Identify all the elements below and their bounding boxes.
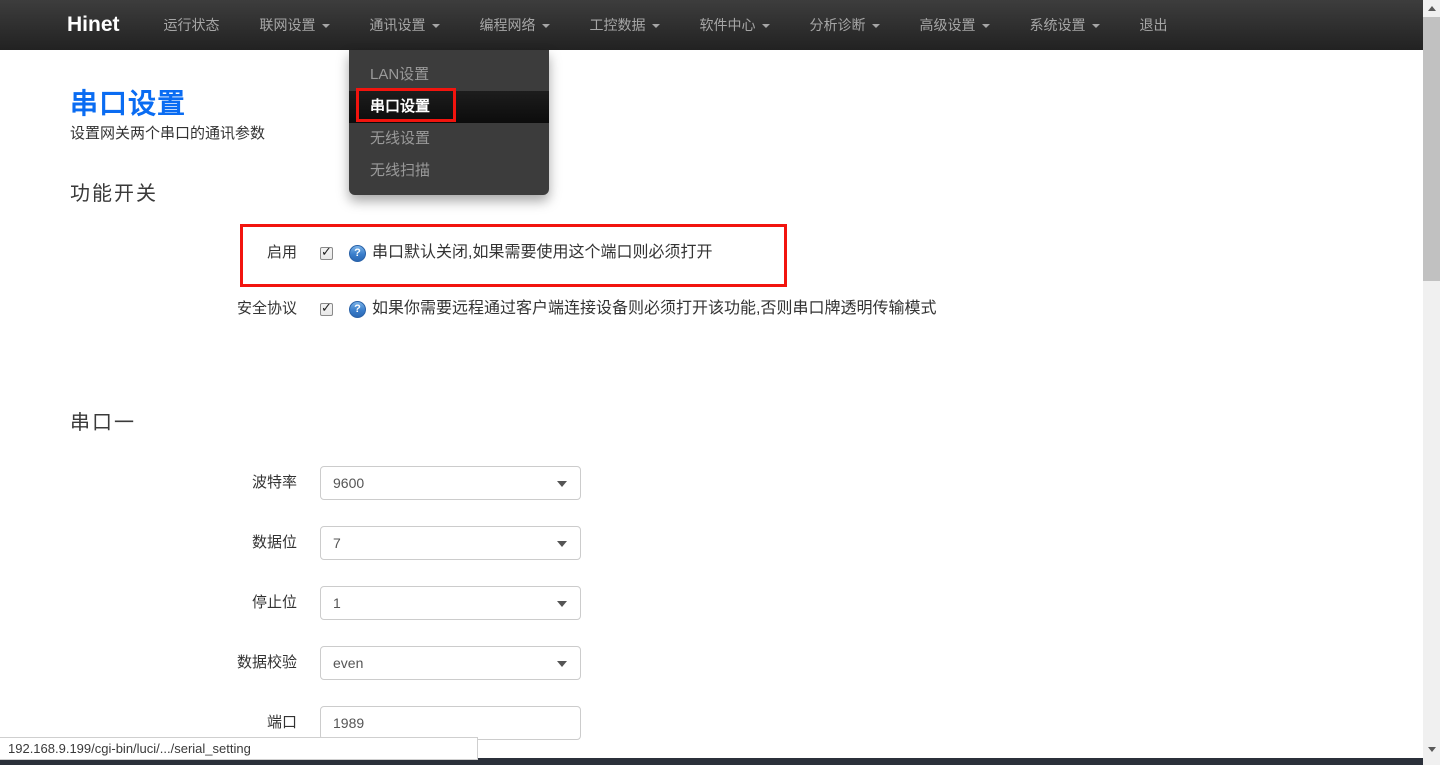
caret-down-icon <box>761 24 770 29</box>
parity-label: 数据校验 <box>236 654 297 671</box>
baud-rate-label: 波特率 <box>251 474 297 491</box>
nav-item-label: 系统设置 <box>1029 17 1086 33</box>
annotation-box-enable-row <box>240 224 787 287</box>
top-navbar: Hinet 运行状态 联网设置 通讯设置 编程网络 工控数据 软件中心 分析诊断… <box>0 0 1423 50</box>
select-value: 9600 <box>333 475 365 491</box>
comm-settings-dropdown: LAN设置 串口设置 无线设置 无线扫描 <box>349 50 549 195</box>
secure-protocol-checkbox[interactable]: ✓ <box>320 300 333 316</box>
status-url-bar: 192.168.9.199/cgi-bin/luci/.../serial_se… <box>0 737 478 760</box>
checkmark-icon: ✓ <box>321 300 332 315</box>
nav-menu: 运行状态 联网设置 通讯设置 编程网络 工控数据 软件中心 分析诊断 高级设置 … <box>144 0 1188 50</box>
data-bits-label: 数据位 <box>251 534 297 551</box>
nav-item-label: 分析诊断 <box>809 17 866 33</box>
section-heading-serial-one: 串口一 <box>70 412 136 434</box>
nav-item-programming-network[interactable]: 编程网络 <box>460 0 570 50</box>
nav-item-label: 软件中心 <box>699 17 756 33</box>
port-input[interactable] <box>320 706 581 740</box>
stop-bits-label: 停止位 <box>251 594 297 611</box>
scrollbar-thumb[interactable] <box>1423 17 1440 281</box>
caret-down-icon <box>541 24 550 29</box>
select-arrow-icon <box>557 541 567 547</box>
select-value: 7 <box>333 535 341 551</box>
parity-select[interactable]: even <box>320 646 581 680</box>
dropdown-item-lan-settings[interactable]: LAN设置 <box>349 59 549 91</box>
baud-rate-select[interactable]: 9600 <box>320 466 581 500</box>
page-subtitle: 设置网关两个串口的通讯参数 <box>70 125 266 142</box>
scroll-up-button[interactable] <box>1423 0 1440 17</box>
nav-item-network-settings[interactable]: 联网设置 <box>240 0 350 50</box>
data-bits-select[interactable]: 7 <box>320 526 581 560</box>
nav-item-status[interactable]: 运行状态 <box>144 0 240 50</box>
nav-item-comm-settings[interactable]: 通讯设置 <box>350 0 460 50</box>
select-arrow-icon <box>557 481 567 487</box>
nav-item-logout[interactable]: 退出 <box>1120 0 1188 50</box>
nav-item-label: 运行状态 <box>163 17 220 33</box>
nav-item-system-settings[interactable]: 系统设置 <box>1010 0 1120 50</box>
nav-item-label: 通讯设置 <box>369 17 426 33</box>
caret-down-icon <box>1091 24 1100 29</box>
caret-down-icon <box>871 24 880 29</box>
nav-item-advanced-settings[interactable]: 高级设置 <box>900 0 1010 50</box>
annotation-box-serial-menu <box>356 88 456 122</box>
port-label: 端口 <box>266 714 297 731</box>
nav-item-label: 工控数据 <box>589 17 646 33</box>
secure-protocol-tip-text: 如果你需要远程通过客户端连接设备则必须打开该功能,否则串口牌透明传输模式 <box>372 300 937 317</box>
scroll-down-icon <box>1427 747 1436 752</box>
secure-protocol-label: 安全协议 <box>236 300 297 317</box>
caret-down-icon <box>321 24 330 29</box>
nav-item-industrial-data[interactable]: 工控数据 <box>570 0 680 50</box>
select-arrow-icon <box>557 601 567 607</box>
select-arrow-icon <box>557 661 567 667</box>
scroll-down-button[interactable] <box>1423 741 1440 758</box>
select-value: even <box>333 655 364 671</box>
select-value: 1 <box>333 595 341 611</box>
dropdown-item-wireless-scan[interactable]: 无线扫描 <box>349 155 549 187</box>
nav-item-label: 高级设置 <box>919 17 976 33</box>
page-title: 串口设置 <box>70 88 187 119</box>
stop-bits-select[interactable]: 1 <box>320 586 581 620</box>
nav-item-software-center[interactable]: 软件中心 <box>680 0 790 50</box>
nav-item-label: 编程网络 <box>479 17 536 33</box>
vertical-scrollbar[interactable] <box>1423 0 1440 765</box>
brand-logo[interactable]: Hinet <box>67 13 120 37</box>
caret-down-icon <box>981 24 990 29</box>
help-icon[interactable]: ? <box>349 301 366 318</box>
nav-item-label: 联网设置 <box>259 17 316 33</box>
nav-item-diagnosis[interactable]: 分析诊断 <box>790 0 900 50</box>
section-heading-switches: 功能开关 <box>70 183 158 205</box>
scroll-up-icon <box>1427 6 1436 11</box>
caret-down-icon <box>431 24 440 29</box>
nav-item-label: 退出 <box>1139 17 1168 33</box>
caret-down-icon <box>651 24 660 29</box>
dropdown-item-wireless-settings[interactable]: 无线设置 <box>349 123 549 155</box>
